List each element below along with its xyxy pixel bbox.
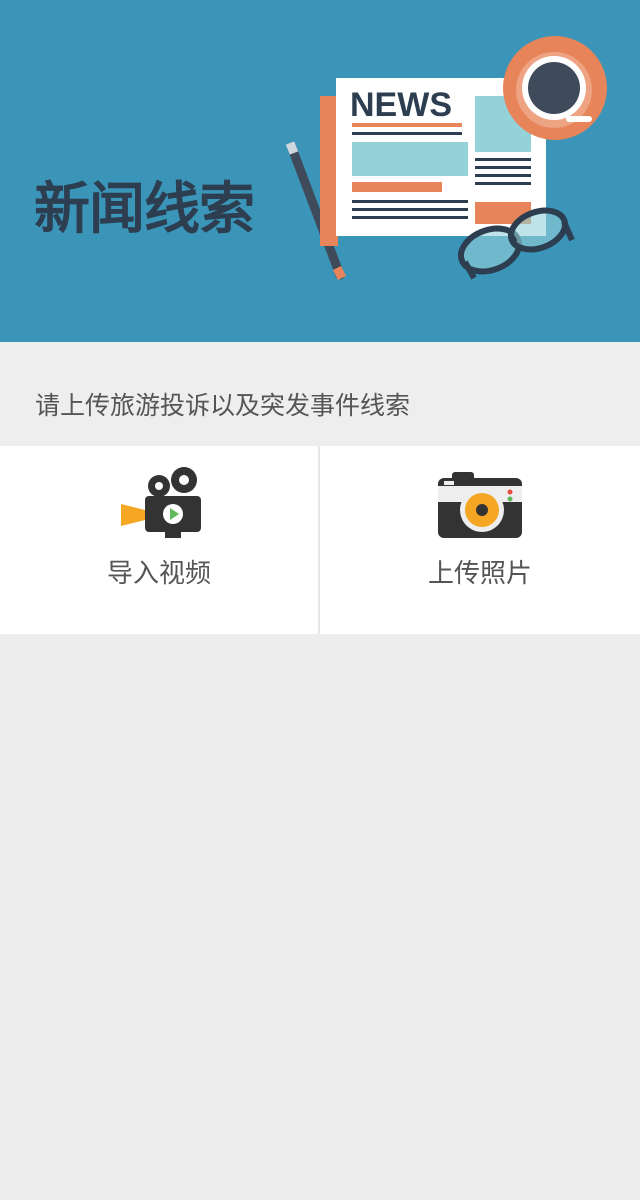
newspaper-illustration: NEWS <box>285 36 607 281</box>
import-video-label: 导入视频 <box>106 559 211 589</box>
photo-camera-icon <box>438 472 522 538</box>
banner-title: 新闻线索 <box>34 177 255 242</box>
import-video-button[interactable]: 导入视频 <box>0 446 320 634</box>
newspaper-title: NEWS <box>350 86 452 124</box>
news-tips-banner: 新闻线索 NEWS <box>0 0 640 342</box>
instruction-text: 请上传旅游投诉以及突发事件线索 <box>35 391 411 420</box>
video-camera-icon <box>121 467 201 538</box>
empty-content-area <box>0 634 640 1200</box>
page: 新闻线索 NEWS 请上传旅游投诉以及突发事件线索 导入视频 上传照片 <box>0 0 640 1200</box>
upload-actions: 导入视频 上传照片 <box>0 446 640 634</box>
upload-photo-label: 上传照片 <box>427 559 532 589</box>
coffee-cup-icon <box>503 36 607 140</box>
upload-photo-button[interactable]: 上传照片 <box>320 446 640 634</box>
